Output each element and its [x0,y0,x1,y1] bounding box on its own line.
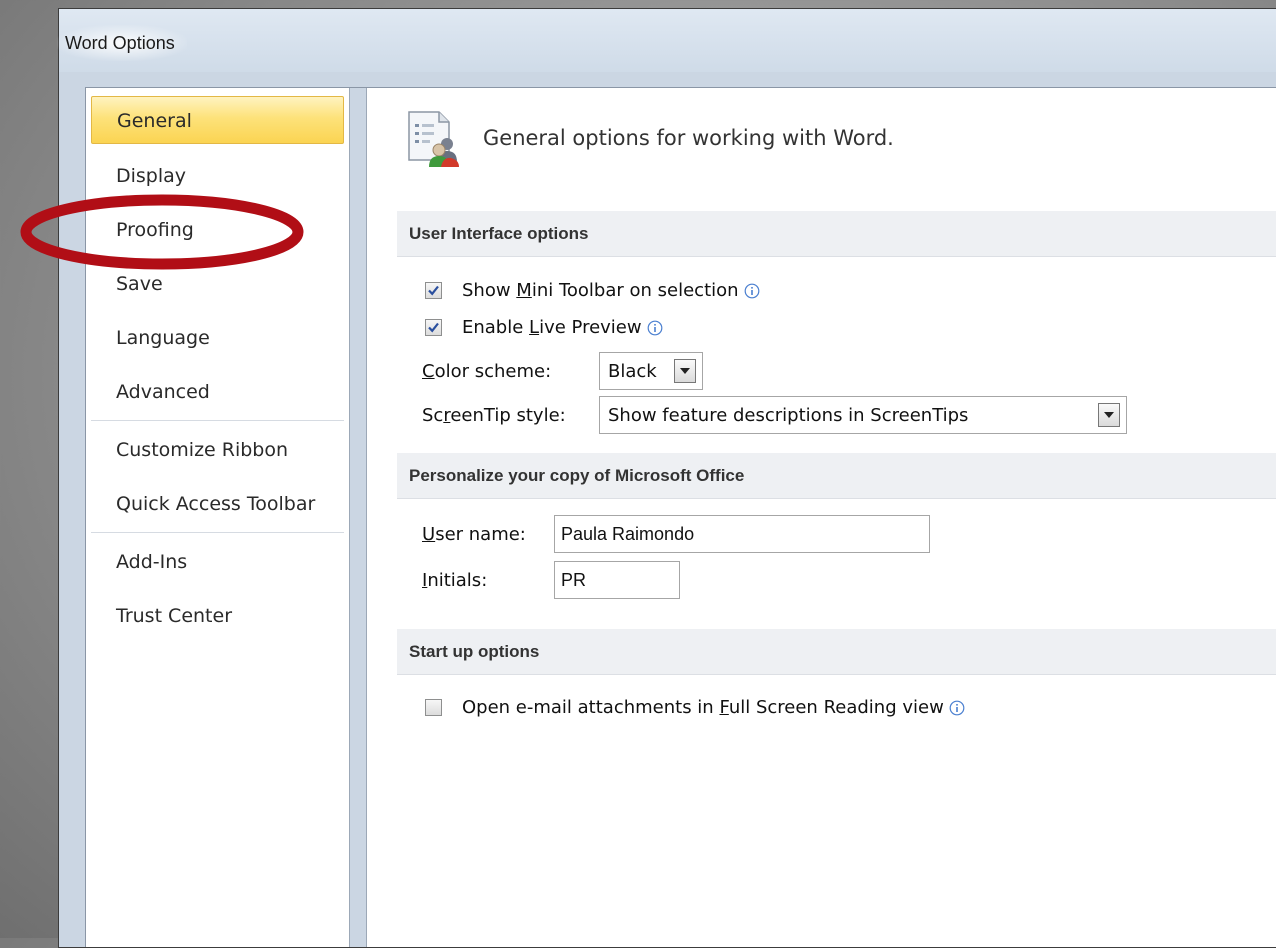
nav-item-quick-access-toolbar[interactable]: Quick Access Toolbar [91,480,344,528]
nav-item-save[interactable]: Save [91,260,344,308]
live-preview-option: Enable Live Preview [425,317,663,338]
dialog-title: Word Options [65,33,175,53]
section-header-startup: Start up options [397,629,1276,675]
dropdown-arrow[interactable] [1098,403,1120,427]
initials-input[interactable]: PR [554,561,680,599]
mini-toolbar-checkbox[interactable] [425,282,442,299]
nav-item-language[interactable]: Language [91,314,344,362]
live-preview-label: Enable Live Preview [462,317,642,338]
general-options-icon [408,111,459,167]
color-scheme-select[interactable]: Black [599,352,703,390]
color-scheme-value: Black [608,360,657,382]
nav-item-trust-center[interactable]: Trust Center [91,592,344,640]
dialog-client-area: General Display Proofing Save Language A… [85,87,1276,947]
nav-separator [91,532,344,533]
nav-item-advanced[interactable]: Advanced [91,368,344,416]
options-nav: General Display Proofing Save Language A… [86,88,350,947]
nav-item-general[interactable]: General [91,96,344,144]
nav-item-display[interactable]: Display [91,152,344,200]
checkmark-icon [428,285,439,296]
color-scheme-label: Color scheme: [422,352,551,390]
mini-toolbar-label: Show Mini Toolbar on selection [462,280,739,301]
screentip-style-select[interactable]: Show feature descriptions in ScreenTips [599,396,1127,434]
checkmark-icon [428,322,439,333]
title-bar: Word Options [57,9,1276,72]
section-header-personalize: Personalize your copy of Microsoft Offic… [397,453,1276,499]
nav-content-divider [350,88,367,947]
initials-label: Initials: [422,561,487,599]
initials-label-text: Initials: [422,569,488,591]
info-icon[interactable] [949,700,965,716]
nav-item-add-ins[interactable]: Add-Ins [91,538,344,586]
dropdown-arrow[interactable] [674,359,696,383]
general-options-panel: General options for working with Word. U… [367,88,1276,947]
nav-item-proofing[interactable]: Proofing [91,206,344,254]
live-preview-checkbox[interactable] [425,319,442,336]
nav-separator [91,420,344,421]
word-options-dialog: Word Options General Display Proofing Sa… [57,8,1276,948]
info-icon[interactable] [647,320,663,336]
full-screen-reading-checkbox[interactable] [425,699,442,716]
user-name-label: User name: [422,515,526,553]
user-name-input[interactable]: Paula Raimondo [554,515,930,553]
full-screen-reading-label: Open e-mail attachments in Full Screen R… [462,697,944,718]
page-heading: General options for working with Word. [483,126,894,150]
color-scheme-label-text: Color scheme: [422,360,552,382]
screentip-style-label: ScreenTip style: [422,396,566,434]
full-screen-reading-option: Open e-mail attachments in Full Screen R… [425,697,965,718]
screentip-style-value: Show feature descriptions in ScreenTips [608,404,969,426]
nav-item-customize-ribbon[interactable]: Customize Ribbon [91,426,344,474]
mini-toolbar-option: Show Mini Toolbar on selection [425,280,760,301]
user-name-label-text: User name: [422,523,526,545]
chevron-down-icon [680,368,690,374]
info-icon[interactable] [744,283,760,299]
section-header-ui: User Interface options [397,211,1276,257]
screentip-style-label-text: ScreenTip style: [422,404,566,426]
chevron-down-icon [1104,412,1114,418]
